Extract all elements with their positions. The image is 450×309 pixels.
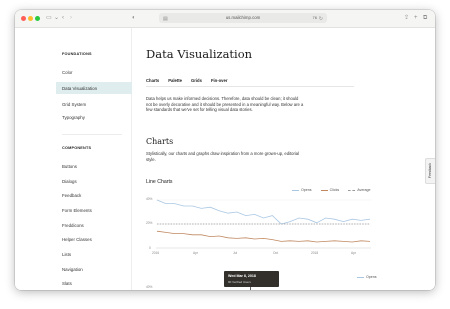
sidebar-item-helper-classes[interactable]: Helper Classes [62,237,92,242]
browser-window: ▭ ⌄ ‹ › ◐ ▤ us.mailchimp.com 76 ↻ ⇪ + ⧉ … [15,10,435,290]
reload-icon[interactable]: ↻ [319,14,323,24]
sidebar-item-label: Data Visualization [62,85,98,91]
legend-item-average: Average [348,188,371,192]
chevron-down-icon[interactable]: ⌄ [54,13,59,23]
x-tick-label: 2018 [311,251,319,255]
forward-icon[interactable]: › [70,13,72,23]
legend-label: Opens [366,275,377,279]
sidebar-item-freddicons[interactable]: Freddicons [62,223,84,228]
share-icon[interactable]: ⇪ [404,13,409,23]
charts-line: style. [146,156,156,162]
back-icon[interactable]: ‹ [62,13,64,23]
sidebar-item-dialogs[interactable]: Dialogs [62,179,77,184]
tab-palette[interactable]: Palette [168,78,182,83]
minimize-window-button[interactable] [28,15,33,21]
x-tick-label: Jul [233,251,238,255]
tab-charts[interactable]: Charts [146,78,159,83]
legend-item-opens: Opens [292,188,312,192]
legend-swatch [348,189,356,191]
tooltip-pointer-line [250,287,251,290]
sidebar-item-feedback[interactable]: Feedback [62,193,81,198]
sidebar-item-lists[interactable]: Lists [62,252,71,257]
legend-swatch [320,189,328,191]
line-chart [156,199,371,249]
tooltip-title: Wed Mar 8, 2018 [228,273,256,278]
sidebar-item-grid-system[interactable]: Grid System [62,102,86,107]
sidebar-item-color[interactable]: Color [62,70,73,75]
sidebar-item-form-elements[interactable]: Form Elements [62,208,92,213]
tabs-divider [146,86,354,87]
sidebar-item-typography[interactable]: Typography [62,115,85,120]
legend-label: Clicks [329,188,340,192]
charts-paragraph: Stylistically, our charts and graphs dra… [146,151,299,162]
intro-line: few standards that we've set for telling… [146,107,253,112]
address-bar[interactable]: ▤ us.mailchimp.com 76 ↻ [159,13,327,23]
privacy-shield-icon[interactable]: ◐ [132,13,136,23]
feedback-label: Feedback [428,163,432,178]
legend-swatch [357,276,364,278]
x-tick-label: 2016 [152,251,160,255]
charts-line: Stylistically, our charts and graphs dra… [146,151,300,156]
x-tick-label: Oct [273,251,278,255]
sidebar-item-navigation[interactable]: Navigation [62,267,83,272]
sidebar-heading-components: COMPONENTS [62,146,92,150]
sidebar: FOUNDATIONS Color Data Visualization Gri… [15,28,132,290]
sidebar-item-buttons[interactable]: Buttons [62,164,77,169]
chart-tooltip: Wed Mar 8, 2018 90 Verified Users [224,271,279,287]
close-window-button[interactable] [21,15,26,21]
legend-label: Opens [301,188,312,192]
tab-overview-icon[interactable]: ⧉ [423,13,427,23]
y-tick-label: 0 [149,246,151,250]
feedback-tab[interactable]: Feedback [425,158,435,184]
intro-line: Data helps us make informed decisions. T… [146,96,299,101]
x-tick-label: Apr [351,251,356,255]
tab-grids[interactable]: Grids [191,78,202,83]
page-title: Data Visualization [146,47,253,61]
x-tick-label: Apr [193,251,198,255]
series-line-clicks [156,230,371,243]
section-title-charts: Charts [146,137,174,146]
browser-toolbar: ▭ ⌄ ‹ › ◐ ▤ us.mailchimp.com 76 ↻ ⇪ + ⧉ [15,10,435,28]
sidebar-heading-foundations: FOUNDATIONS [62,52,92,56]
extension-badge[interactable]: 76 [313,15,317,20]
y-tick-label: 40% [146,285,153,289]
legend-label: Average [357,188,371,192]
series-line-opens [156,199,371,225]
tooltip-subtitle: 90 Verified Users [228,279,251,284]
legend-item-clicks: Clicks [320,188,340,192]
sidebar-item-data-visualization[interactable]: Data Visualization [56,82,132,94]
main-content: Data Visualization Charts Palette Grids Fin… [132,28,435,290]
chart-legend-2: Opens [357,275,377,279]
tab-bar: Charts Palette Grids Fin-over [146,78,236,83]
intro-paragraph: Data helps us make informed decisions. T… [146,96,303,113]
tab-fin-over[interactable]: Fin-over [211,78,228,83]
chart-legend: Opens Clicks Average [292,188,371,192]
legend-swatch [292,189,299,191]
new-tab-icon[interactable]: + [414,13,418,23]
y-tick-label: 40% [146,197,153,201]
sidebar-toggle-icon[interactable]: ▭ [46,13,52,23]
maximize-window-button[interactable] [35,15,40,21]
sidebar-divider [62,134,122,135]
sidebar-item-slats[interactable]: Slats [62,281,72,286]
y-tick-label: 20% [146,221,153,225]
line-charts-title: Line Charts [146,179,173,185]
url-text: us.mailchimp.com [225,15,261,20]
